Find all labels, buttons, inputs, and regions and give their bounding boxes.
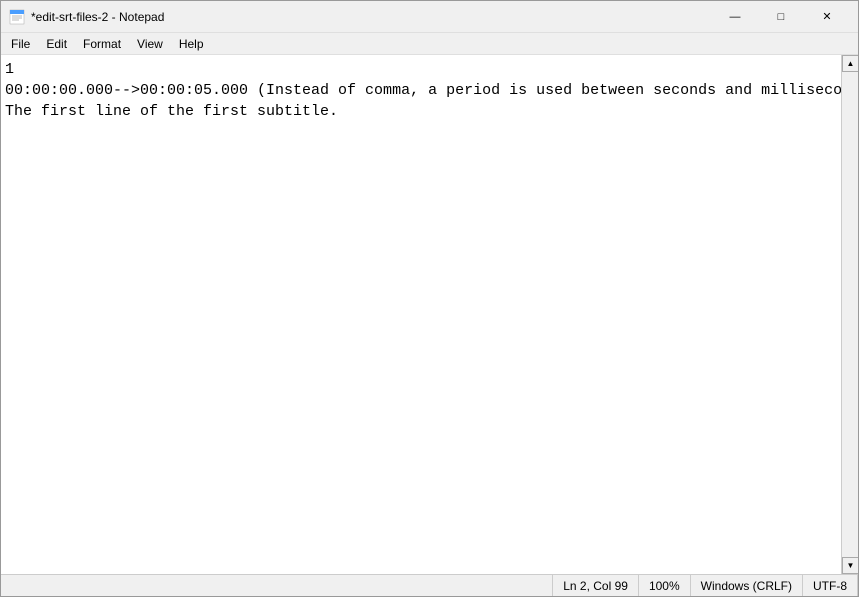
- menu-bar: File Edit Format View Help: [1, 33, 858, 55]
- menu-file[interactable]: File: [3, 34, 38, 54]
- window-title: *edit-srt-files-2 - Notepad: [31, 10, 712, 24]
- scroll-track[interactable]: [842, 72, 858, 557]
- encoding: UTF-8: [803, 575, 858, 596]
- window-controls: — □ ✕: [712, 1, 850, 33]
- title-bar: *edit-srt-files-2 - Notepad — □ ✕: [1, 1, 858, 33]
- menu-view[interactable]: View: [129, 34, 171, 54]
- editor-area: 1 00:00:00.000-->00:00:05.000 (Instead o…: [1, 55, 858, 574]
- main-window: *edit-srt-files-2 - Notepad — □ ✕ File E…: [0, 0, 859, 597]
- app-icon: [9, 9, 25, 25]
- cursor-position: Ln 2, Col 99: [553, 575, 639, 596]
- scroll-up-button[interactable]: ▲: [842, 55, 858, 72]
- line-ending: Windows (CRLF): [691, 575, 803, 596]
- status-bar: Ln 2, Col 99 100% Windows (CRLF) UTF-8: [1, 574, 858, 596]
- maximize-button[interactable]: □: [758, 1, 804, 33]
- menu-format[interactable]: Format: [75, 34, 129, 54]
- menu-help[interactable]: Help: [171, 34, 212, 54]
- scroll-down-button[interactable]: ▼: [842, 557, 858, 574]
- text-editor[interactable]: 1 00:00:00.000-->00:00:05.000 (Instead o…: [1, 55, 841, 574]
- zoom-level: 100%: [639, 575, 691, 596]
- status-spacer: [1, 575, 553, 596]
- minimize-button[interactable]: —: [712, 1, 758, 33]
- vertical-scrollbar[interactable]: ▲ ▼: [841, 55, 858, 574]
- close-button[interactable]: ✕: [804, 1, 850, 33]
- menu-edit[interactable]: Edit: [38, 34, 75, 54]
